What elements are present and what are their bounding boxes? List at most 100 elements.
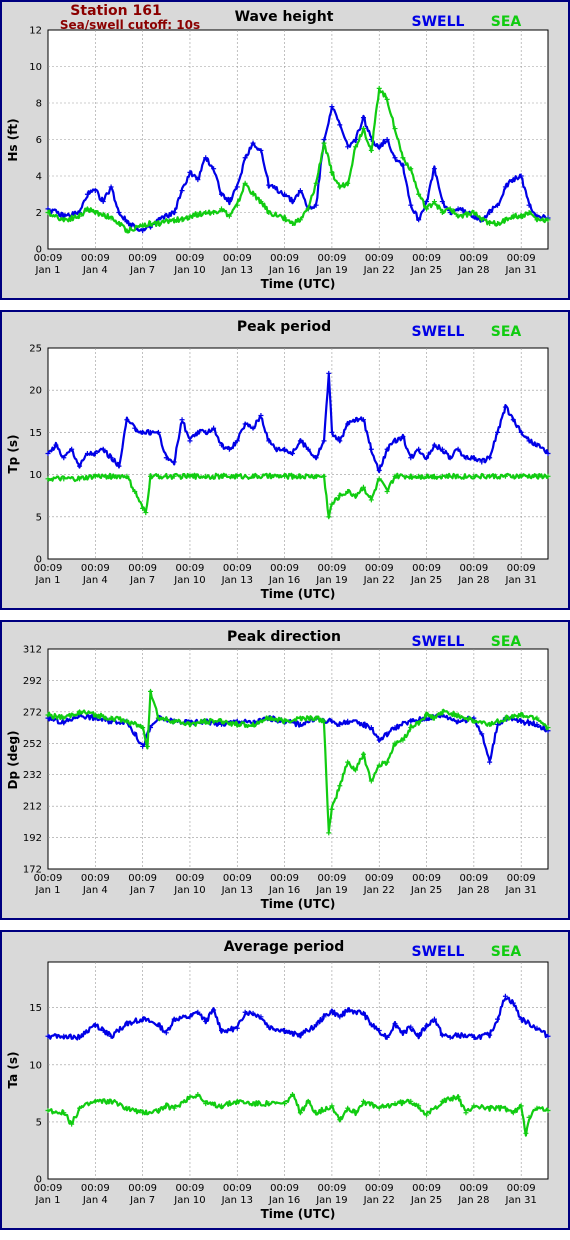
x-tick-time: 00:09: [34, 1183, 63, 1194]
x-tick-time: 00:09: [270, 1183, 299, 1194]
x-tick-date: Jan 31: [505, 1195, 537, 1206]
legend-sea: SEA: [491, 14, 522, 30]
x-tick-time: 00:09: [317, 253, 346, 264]
x-tick-date: Jan 13: [221, 575, 253, 586]
chart-title: Wave height: [235, 9, 334, 25]
y-tick-label: 5: [36, 512, 42, 523]
y-tick-label: 15: [29, 428, 42, 439]
x-tick-time: 00:09: [365, 563, 394, 574]
chart-stage: Station 161 Sea/swell cutoff: 10s Wave h…: [0, 0, 570, 1230]
x-tick-date: Jan 1: [35, 575, 61, 586]
y-tick-label: 12: [29, 26, 42, 37]
x-tick-date: Jan 25: [410, 885, 442, 896]
x-tick-time: 00:09: [270, 563, 299, 574]
x-tick-time: 00:09: [365, 1183, 394, 1194]
x-tick-date: Jan 22: [363, 575, 395, 586]
x-tick-time: 00:09: [223, 1183, 252, 1194]
x-tick-time: 00:09: [81, 253, 110, 264]
x-tick-date: Jan 31: [505, 885, 537, 896]
legend-swell: SWELL: [412, 14, 465, 30]
x-tick-date: Jan 28: [457, 265, 489, 276]
y-tick-label: 10: [29, 470, 42, 481]
x-tick-time: 00:09: [317, 563, 346, 574]
wave-height-panel: Station 161 Sea/swell cutoff: 10s Wave h…: [0, 0, 570, 300]
x-tick-date: Jan 16: [268, 1195, 300, 1206]
x-tick-time: 00:09: [317, 1183, 346, 1194]
x-tick-time: 00:09: [317, 873, 346, 884]
x-tick-time: 00:09: [507, 1183, 536, 1194]
x-tick-date: Jan 13: [221, 265, 253, 276]
x-tick-time: 00:09: [459, 563, 488, 574]
plot-area: [47, 347, 549, 560]
x-tick-date: Jan 25: [410, 1195, 442, 1206]
x-tick-time: 00:09: [34, 253, 63, 264]
station-title: Station 161: [70, 3, 161, 19]
x-tick-time: 00:09: [128, 563, 157, 574]
x-tick-time: 00:09: [223, 873, 252, 884]
x-tick-time: 00:09: [270, 253, 299, 264]
x-tick-date: Jan 7: [129, 885, 155, 896]
x-tick-date: Jan 1: [35, 1195, 61, 1206]
y-tick-label: 15: [29, 1003, 42, 1014]
x-tick-time: 00:09: [412, 1183, 441, 1194]
x-tick-date: Jan 22: [363, 1195, 395, 1206]
x-tick-date: Jan 13: [221, 885, 253, 896]
x-tick-time: 00:09: [365, 873, 394, 884]
y-tick-label: 192: [23, 833, 42, 844]
x-tick-date: Jan 10: [173, 575, 205, 586]
x-tick-date: Jan 22: [363, 265, 395, 276]
x-tick-date: Jan 1: [35, 265, 61, 276]
x-tick-date: Jan 7: [129, 265, 155, 276]
y-tick-label: 20: [29, 386, 42, 397]
x-tick-date: Jan 10: [173, 885, 205, 896]
plot-area: [47, 961, 549, 1180]
y-tick-label: 10: [29, 62, 42, 73]
x-tick-time: 00:09: [176, 563, 205, 574]
x-tick-date: Jan 28: [457, 1195, 489, 1206]
x-tick-date: Jan 31: [505, 575, 537, 586]
x-tick-date: Jan 19: [315, 1195, 347, 1206]
x-tick-date: Jan 13: [221, 1195, 253, 1206]
y-tick-label: 5: [36, 1117, 42, 1128]
x-tick-time: 00:09: [176, 1183, 205, 1194]
x-tick-date: Jan 19: [315, 575, 347, 586]
y-axis-label: Hs (ft): [6, 118, 20, 161]
y-tick-label: 312: [23, 645, 42, 656]
x-tick-time: 00:09: [34, 563, 63, 574]
x-tick-date: Jan 28: [457, 885, 489, 896]
chart-title: Average period: [224, 939, 345, 955]
x-tick-date: Jan 28: [457, 575, 489, 586]
y-tick-label: 2: [36, 208, 42, 219]
legend-swell: SWELL: [412, 634, 465, 650]
chart-title: Peak period: [237, 319, 331, 335]
x-tick-date: Jan 16: [268, 575, 300, 586]
x-tick-date: Jan 4: [82, 575, 108, 586]
y-tick-label: 8: [36, 99, 42, 110]
x-tick-date: Jan 4: [82, 1195, 108, 1206]
x-axis-label: Time (UTC): [261, 897, 336, 911]
peak-period-panel: Peak period SWELL SEA 0510152025 00:09Ja…: [0, 310, 570, 610]
x-tick-date: Jan 4: [82, 885, 108, 896]
x-tick-time: 00:09: [223, 253, 252, 264]
x-tick-date: Jan 19: [315, 265, 347, 276]
x-tick-date: Jan 10: [173, 1195, 205, 1206]
x-tick-time: 00:09: [459, 1183, 488, 1194]
x-tick-time: 00:09: [81, 563, 110, 574]
x-tick-time: 00:09: [412, 253, 441, 264]
x-tick-time: 00:09: [34, 873, 63, 884]
x-axis-label: Time (UTC): [261, 587, 336, 601]
y-tick-label: 4: [36, 172, 42, 183]
y-tick-label: 272: [23, 707, 42, 718]
x-tick-time: 00:09: [223, 563, 252, 574]
peak-direction-panel: Peak direction SWELL SEA 172192212232252…: [0, 620, 570, 920]
legend-sea: SEA: [491, 324, 522, 340]
y-tick-label: 25: [29, 344, 42, 355]
x-tick-date: Jan 10: [173, 265, 205, 276]
x-tick-date: Jan 25: [410, 265, 442, 276]
legend-swell: SWELL: [412, 324, 465, 340]
x-axis-label: Time (UTC): [261, 277, 336, 291]
legend-sea: SEA: [491, 634, 522, 650]
x-tick-time: 00:09: [81, 873, 110, 884]
x-tick-date: Jan 31: [505, 265, 537, 276]
x-tick-date: Jan 1: [35, 885, 61, 896]
